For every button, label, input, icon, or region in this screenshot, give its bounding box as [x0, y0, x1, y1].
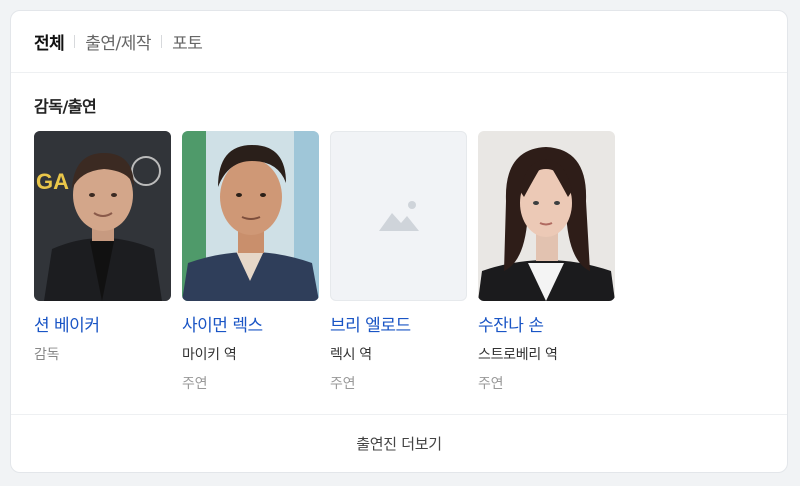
person-role: 감독: [34, 347, 60, 363]
cast-card: 전체 출연/제작 포토 감독/출연 GA 션 베이커 감독 사이먼 렉스 마이키…: [10, 10, 788, 473]
image-placeholder-icon: [378, 201, 419, 231]
actress-portrait-image: [478, 131, 615, 301]
svg-text:GA: GA: [36, 169, 69, 194]
tab-divider: [74, 35, 76, 48]
person-card: 수잔나 손 스트로베리 역 주연: [478, 131, 615, 393]
person-photo-placeholder[interactable]: [330, 131, 467, 301]
section-title: 감독/출연: [34, 97, 97, 116]
person-photo[interactable]: GA: [34, 131, 171, 301]
tab-bar: 전체 출연/제작 포토: [11, 11, 787, 73]
view-more-cast-button[interactable]: 출연진 더보기: [11, 414, 787, 472]
person-name[interactable]: 션 베이커: [34, 311, 171, 336]
person-card: GA 션 베이커 감독: [34, 131, 171, 393]
people-list: GA 션 베이커 감독 사이먼 렉스 마이키 역 주연 브리 엘로드 렉시 역 …: [34, 131, 626, 393]
person-name[interactable]: 브리 엘로드: [330, 311, 467, 336]
person-card: 사이먼 렉스 마이키 역 주연: [182, 131, 319, 393]
person-photo[interactable]: [478, 131, 615, 301]
person-photo[interactable]: [182, 131, 319, 301]
tab-all[interactable]: 전체: [34, 29, 65, 54]
person-card: 브리 엘로드 렉시 역 주연: [330, 131, 467, 393]
actor-portrait-image: [182, 131, 319, 301]
person-role: 렉시 역: [330, 347, 372, 363]
person-role: 스트로베리 역: [478, 347, 558, 363]
tab-divider: [161, 35, 163, 48]
person-credit: 주연: [478, 376, 504, 392]
person-credit: 주연: [182, 376, 208, 392]
person-role: 마이키 역: [182, 347, 237, 363]
person-name[interactable]: 수잔나 손: [478, 311, 615, 336]
director-portrait-image: GA: [34, 131, 171, 301]
person-credit: 주연: [330, 376, 356, 392]
tab-cast-production[interactable]: 출연/제작: [85, 29, 151, 54]
person-name[interactable]: 사이먼 렉스: [182, 311, 319, 336]
tab-photo[interactable]: 포토: [172, 29, 203, 54]
